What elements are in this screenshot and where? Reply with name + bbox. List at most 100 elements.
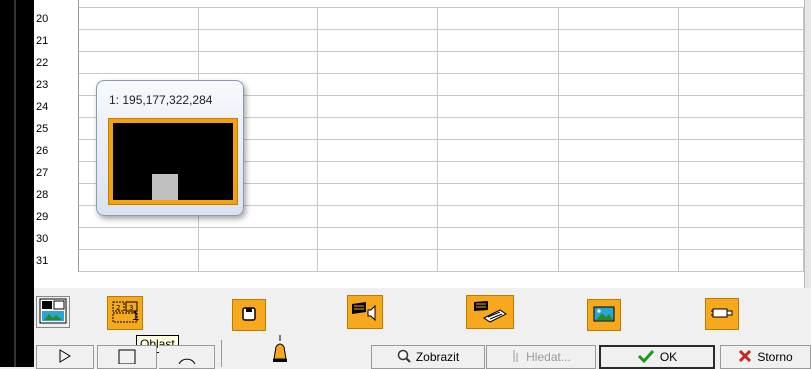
show-button[interactable]: Zobrazit bbox=[371, 345, 485, 369]
grid-cell[interactable] bbox=[559, 140, 679, 162]
grid-cell[interactable] bbox=[559, 96, 679, 118]
row-number: 23 bbox=[34, 74, 79, 96]
table-row bbox=[34, 0, 804, 8]
grid-cell[interactable] bbox=[438, 206, 559, 228]
grid-cell[interactable] bbox=[559, 206, 679, 228]
grid-cell[interactable] bbox=[318, 52, 438, 74]
video-icon bbox=[710, 305, 734, 324]
grid-cell[interactable] bbox=[199, 228, 318, 250]
grid-cell[interactable] bbox=[318, 184, 438, 206]
rectangle-icon bbox=[117, 348, 137, 367]
region-count: 1 bbox=[132, 308, 140, 323]
play-button[interactable] bbox=[36, 345, 94, 369]
grid-cell[interactable] bbox=[438, 52, 559, 74]
keyboard-button[interactable] bbox=[466, 295, 514, 329]
grid-cell[interactable] bbox=[438, 96, 559, 118]
grid-cell[interactable] bbox=[318, 140, 438, 162]
grid-cell[interactable] bbox=[79, 228, 199, 250]
cancel-button-label: Storno bbox=[757, 350, 793, 364]
keyboard-icon bbox=[470, 298, 510, 327]
grid-cell[interactable] bbox=[559, 8, 679, 30]
cancel-button[interactable]: Storno bbox=[720, 345, 811, 369]
bell-button[interactable] bbox=[266, 334, 294, 362]
picture-icon bbox=[593, 306, 615, 325]
grid-cell[interactable] bbox=[679, 8, 804, 30]
circle-icon bbox=[177, 348, 197, 367]
grid-cell[interactable] bbox=[318, 118, 438, 140]
picture-button[interactable] bbox=[587, 299, 621, 331]
grid-cell[interactable] bbox=[679, 140, 804, 162]
grid-cell[interactable] bbox=[438, 30, 559, 52]
grid-cell[interactable] bbox=[679, 250, 804, 272]
grid-cell[interactable] bbox=[679, 96, 804, 118]
table-row: 21 bbox=[34, 30, 804, 52]
grid-cell[interactable] bbox=[318, 74, 438, 96]
grid-cell[interactable] bbox=[318, 206, 438, 228]
find-icon bbox=[511, 349, 521, 366]
sound-icon bbox=[350, 298, 380, 327]
save-button[interactable] bbox=[232, 299, 266, 331]
grid-cell[interactable] bbox=[438, 8, 559, 30]
grid-cell[interactable] bbox=[318, 30, 438, 52]
image-insert-icon bbox=[39, 298, 67, 327]
grid-cell[interactable] bbox=[438, 228, 559, 250]
grid-cell[interactable] bbox=[438, 250, 559, 272]
grid-cell[interactable] bbox=[79, 30, 199, 52]
grid-cell[interactable] bbox=[679, 162, 804, 184]
show-button-label: Zobrazit bbox=[415, 350, 460, 364]
grid-cell[interactable] bbox=[559, 228, 679, 250]
grid-cell[interactable] bbox=[318, 250, 438, 272]
region-preview-tooltip: 1: 195,177,322,284 bbox=[96, 80, 244, 216]
grid-cell[interactable] bbox=[318, 162, 438, 184]
grid-cell[interactable] bbox=[438, 118, 559, 140]
grid-cell[interactable] bbox=[679, 184, 804, 206]
left-border-strip bbox=[0, 0, 34, 367]
table-row: 30 bbox=[34, 228, 804, 250]
row-number: 21 bbox=[34, 30, 79, 52]
grid-cell[interactable] bbox=[199, 30, 318, 52]
region-preview-title: 1: 195,177,322,284 bbox=[109, 93, 213, 107]
row-number: 30 bbox=[34, 228, 79, 250]
grid-cell[interactable] bbox=[559, 52, 679, 74]
rectangle-button[interactable] bbox=[97, 345, 157, 369]
grid-cell[interactable] bbox=[559, 30, 679, 52]
vertical-scrollbar[interactable] bbox=[804, 0, 811, 288]
table-row: 20 bbox=[34, 8, 804, 30]
grid-cell[interactable] bbox=[679, 228, 804, 250]
video-button[interactable] bbox=[705, 298, 739, 330]
row-number: 28 bbox=[34, 184, 79, 206]
play-icon bbox=[57, 348, 73, 367]
circle-button[interactable] bbox=[159, 345, 215, 369]
grid-cell[interactable] bbox=[79, 52, 199, 74]
grid-cell[interactable] bbox=[559, 162, 679, 184]
grid-cell[interactable] bbox=[318, 8, 438, 30]
grid-cell[interactable] bbox=[679, 30, 804, 52]
grid-cell[interactable] bbox=[79, 250, 199, 272]
grid-cell[interactable] bbox=[199, 8, 318, 30]
ok-button-label: OK bbox=[659, 350, 678, 364]
grid-cell[interactable] bbox=[679, 52, 804, 74]
row-number: 31 bbox=[34, 250, 79, 272]
grid-cell[interactable] bbox=[318, 96, 438, 118]
grid-cell[interactable] bbox=[438, 184, 559, 206]
grid-cell[interactable] bbox=[679, 74, 804, 96]
find-button[interactable]: Hledat... bbox=[486, 345, 596, 369]
grid-cell[interactable] bbox=[679, 118, 804, 140]
grid-cell[interactable] bbox=[559, 184, 679, 206]
grid-cell[interactable] bbox=[199, 250, 318, 272]
insert-image-button[interactable] bbox=[36, 296, 70, 328]
grid-cell[interactable] bbox=[679, 206, 804, 228]
sound-button[interactable] bbox=[347, 295, 383, 329]
grid-cell[interactable] bbox=[79, 8, 199, 30]
grid-cell[interactable] bbox=[559, 118, 679, 140]
row-number: 26 bbox=[34, 140, 79, 162]
grid-cell[interactable] bbox=[438, 74, 559, 96]
left-bevel bbox=[14, 0, 16, 367]
grid-cell[interactable] bbox=[559, 250, 679, 272]
ok-button[interactable]: OK bbox=[599, 345, 715, 369]
grid-cell[interactable] bbox=[438, 140, 559, 162]
grid-cell[interactable] bbox=[318, 228, 438, 250]
grid-cell[interactable] bbox=[559, 74, 679, 96]
grid-cell[interactable] bbox=[438, 162, 559, 184]
grid-cell[interactable] bbox=[199, 52, 318, 74]
